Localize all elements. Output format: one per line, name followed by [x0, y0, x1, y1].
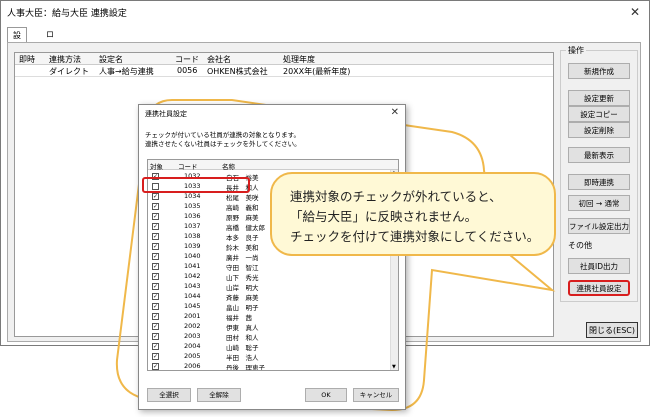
employee-code: 2004	[184, 342, 201, 350]
callout-line-3: チェックを付けて連携対象にしてください。	[290, 229, 540, 244]
target-checkbox[interactable]: ✓	[152, 293, 159, 300]
target-checkbox[interactable]: ✓	[152, 193, 159, 200]
target-checkbox[interactable]: ✓	[152, 263, 159, 270]
target-checkbox[interactable]: ✓	[152, 223, 159, 230]
employee-code: 1042	[184, 272, 201, 280]
employee-code: 1037	[184, 222, 201, 230]
target-checkbox[interactable]: ✓	[152, 353, 159, 360]
list-item[interactable]: ✓ 2002 伊東 真人	[148, 321, 392, 332]
group-label-operation: 操作	[566, 45, 586, 56]
col-method: 連携方法	[49, 55, 81, 64]
list-item[interactable]: ✓ 1045 畠山 明子	[148, 301, 392, 312]
callout-line-1: 連携対象のチェックが外れていると、	[290, 189, 502, 204]
target-checkbox[interactable]: ✓	[152, 283, 159, 290]
list-item[interactable]: ✓ 2005 半田 浩人	[148, 351, 392, 362]
target-checkbox[interactable]: ✓	[152, 233, 159, 240]
target-checkbox[interactable]: ✓	[152, 273, 159, 280]
cell-method: ダイレクト	[49, 67, 89, 76]
employee-code: 1039	[184, 242, 201, 250]
employee-code: 1035	[184, 202, 201, 210]
target-checkbox[interactable]: ✓	[152, 303, 159, 310]
window-title: 人事大臣：給与大臣 連携設定	[7, 9, 127, 19]
list-item[interactable]: ✓ 1043 山岸 明大	[148, 281, 392, 292]
target-checkbox[interactable]: ✓	[152, 243, 159, 250]
scroll-down-icon[interactable]: ▼	[392, 364, 396, 370]
ok-button[interactable]: OK	[305, 388, 347, 402]
employee-code: 1040	[184, 252, 201, 260]
employee-code: 2006	[184, 362, 201, 370]
employee-code: 1044	[184, 292, 201, 300]
dialog-close-icon[interactable]: ✕	[391, 107, 399, 118]
list-item[interactable]: ✓ 2003 田村 和人	[148, 331, 392, 342]
select-all-button[interactable]: 全選択	[147, 388, 191, 402]
employee-code: 1036	[184, 212, 201, 220]
col-immediate: 即時	[19, 55, 35, 64]
callout-line-2: 「給与大臣」に反映されません。	[290, 209, 478, 224]
target-checkbox[interactable]: ✓	[152, 253, 159, 260]
list-item[interactable]: ✓ 1044 斉藤 麻美	[148, 291, 392, 302]
cancel-button[interactable]: キャンセル	[353, 388, 399, 402]
col-emp-code: コード	[178, 163, 198, 171]
list-item[interactable]: ✓ 2001 福井 茜	[148, 311, 392, 322]
employee-code: 1045	[184, 302, 201, 310]
linked-employee-dialog: 連携社員設定 ✕ チェックが付いている社員が連携の対象となります。 連携させたく…	[138, 104, 406, 410]
list-item[interactable]: ✓ 2004 山崎 聡子	[148, 341, 392, 352]
dialog-description-2: 連携させたくない社員はチェックを外してください。	[145, 140, 301, 148]
target-checkbox[interactable]: ✓	[152, 363, 159, 370]
instruction-callout: 連携対象のチェックが外れていると、 「給与大臣」に反映されません。 チェックを付…	[270, 172, 556, 256]
target-checkbox[interactable]: ✓	[152, 343, 159, 350]
employee-list-header: 対象 コード 名称	[148, 160, 398, 171]
list-item[interactable]: ✓ 2006 丹後 理恵子	[148, 361, 392, 371]
target-checkbox[interactable]: ✓	[152, 313, 159, 320]
employee-code: 2002	[184, 322, 201, 330]
clear-all-button[interactable]: 全解除	[197, 388, 241, 402]
employee-code: 2001	[184, 312, 201, 320]
title-bar: 人事大臣：給与大臣 連携設定 ✕	[1, 1, 649, 23]
target-checkbox[interactable]: ✓	[152, 333, 159, 340]
target-checkbox[interactable]: ✓	[152, 203, 159, 210]
employee-code: 2005	[184, 352, 201, 360]
employee-code: 1043	[184, 282, 201, 290]
employee-code: 1038	[184, 232, 201, 240]
close-icon[interactable]: ✕	[627, 4, 643, 20]
unchecked-row-highlight	[142, 177, 250, 193]
target-checkbox[interactable]: ✓	[152, 213, 159, 220]
tab-log[interactable]: ログ	[41, 27, 59, 55]
list-item[interactable]: ✓ 1042 山下 秀光	[148, 271, 392, 282]
dialog-title: 連携社員設定	[145, 110, 187, 118]
employee-code: 2003	[184, 332, 201, 340]
employee-name: 丹後 理恵子	[226, 364, 265, 371]
target-checkbox[interactable]: ✓	[152, 323, 159, 330]
col-target: 対象	[150, 163, 163, 171]
employee-code: 1041	[184, 262, 201, 270]
employee-code: 1034	[184, 192, 201, 200]
list-item[interactable]: ✓ 1041 守田 智江	[148, 261, 392, 272]
tab-settings[interactable]: 設定	[7, 27, 27, 56]
col-emp-name: 名称	[222, 163, 235, 171]
